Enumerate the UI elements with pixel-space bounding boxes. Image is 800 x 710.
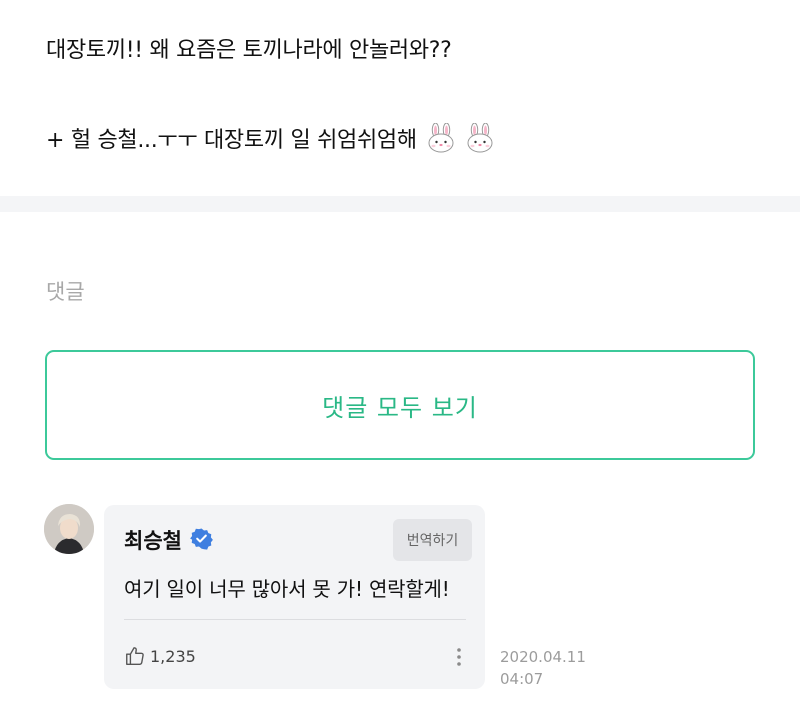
thumbs-up-icon — [126, 647, 144, 665]
view-all-comments-button[interactable]: 댓글 모두 보기 — [45, 350, 755, 460]
comment-author[interactable]: 최승철 — [124, 525, 182, 555]
comment-divider — [124, 619, 466, 620]
verified-badge-icon — [190, 528, 213, 550]
comments-heading: 댓글 — [46, 280, 85, 304]
comment-timestamp: 2020.04.11 04:07 — [500, 646, 586, 690]
comment-time: 04:07 — [500, 670, 544, 688]
comment-date: 2020.04.11 — [500, 648, 586, 666]
post-text-line-2-text: + 헐 승철...ㅜㅜ 대장토끼 일 쉬엄쉬엄해 — [46, 128, 417, 153]
comment-bubble: 최승철 번역하기 여기 일이 너무 많아서 못 가! 연락할게! 1,235 — [104, 505, 485, 689]
like-count: 1,235 — [150, 646, 196, 666]
view-all-comments-label: 댓글 모두 보기 — [322, 393, 478, 422]
comment-text: 여기 일이 너무 많아서 못 가! 연락할게! — [124, 577, 450, 601]
translate-button[interactable]: 번역하기 — [393, 519, 472, 561]
post-text-line-2: + 헐 승철...ㅜㅜ 대장토끼 일 쉬엄쉬엄해 — [46, 122, 494, 154]
avatar-photo — [44, 504, 94, 554]
rabbit-face-icon — [467, 123, 493, 153]
section-divider — [0, 196, 800, 212]
like-button[interactable]: 1,235 — [124, 645, 196, 667]
avatar[interactable] — [44, 504, 94, 554]
post-body: 대장토끼!! 왜 요즘은 토끼나라에 안놀러와?? + 헐 승철...ㅜㅜ 대장… — [0, 0, 800, 196]
more-options-icon[interactable] — [452, 645, 466, 669]
rabbit-face-icon — [428, 123, 454, 153]
post-text-line-1: 대장토끼!! 왜 요즘은 토끼나라에 안놀러와?? — [46, 38, 452, 63]
